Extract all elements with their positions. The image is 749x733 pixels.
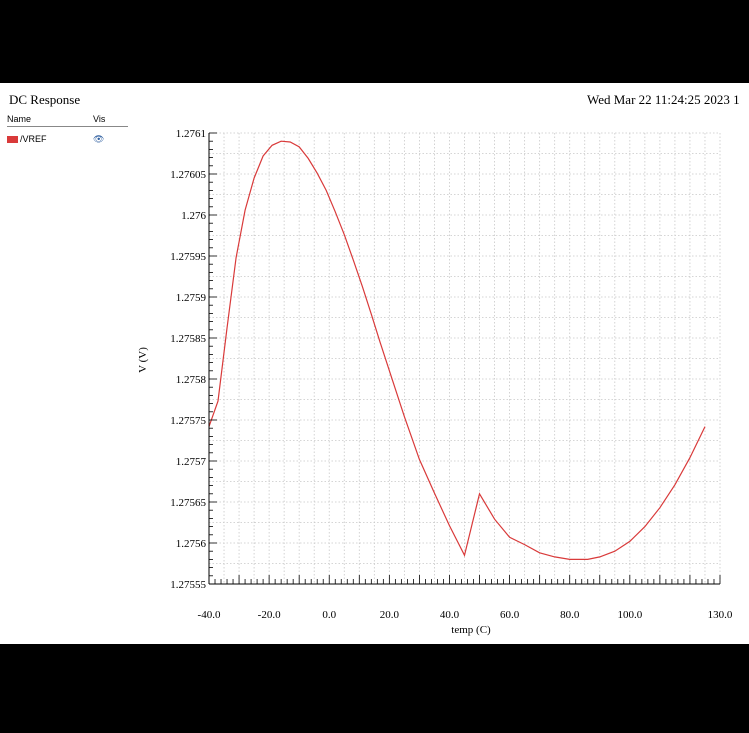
- y-tick-label: 1.2759: [176, 292, 207, 304]
- x-tick-label: 20.0: [380, 609, 400, 621]
- y-tick-label: 1.27555: [170, 579, 206, 591]
- y-tick-label: 1.27595: [170, 251, 206, 263]
- x-tick-label: -40.0: [198, 609, 221, 621]
- x-axis-label: temp (C): [451, 624, 491, 636]
- y-tick-label: 1.2756: [176, 538, 207, 550]
- x-tick-label: 80.0: [560, 609, 580, 621]
- waveform-window: DC Response Wed Mar 22 11:24:25 2023 1 N…: [0, 83, 749, 644]
- y-tick-label: 1.27605: [170, 169, 206, 181]
- y-tick-label: 1.2758: [176, 374, 207, 386]
- x-tick-label: 100.0: [617, 609, 642, 621]
- y-tick-labels: 1.2761 1.27605 1.276 1.27595 1.2759 1.27585 1.…: [170, 128, 206, 591]
- y-tick-label: 1.27565: [170, 497, 206, 509]
- y-tick-label: 1.27585: [170, 333, 206, 345]
- x-tick-label: 60.0: [500, 609, 520, 621]
- dc-response-chart: 1.2761 1.27605 1.276 1.27595 1.2759 1.27585 1.…: [137, 128, 733, 636]
- y-axis-label: V (V): [137, 347, 149, 373]
- y-tick-label: 1.2757: [176, 456, 207, 468]
- y-tick-label: 1.27575: [170, 415, 206, 427]
- x-tick-label: 0.0: [322, 609, 336, 621]
- x-tick-label: 130.0: [708, 609, 733, 621]
- x-tick-label: -20.0: [258, 609, 281, 621]
- y-tick-label: 1.2761: [176, 128, 206, 140]
- y-tick-label: 1.276: [181, 210, 206, 222]
- x-tick-label: 40.0: [440, 609, 460, 621]
- x-tick-labels: -40.0 -20.0 0.0 20.0 40.0 60.0 80.0 100.0 130.0: [198, 609, 733, 621]
